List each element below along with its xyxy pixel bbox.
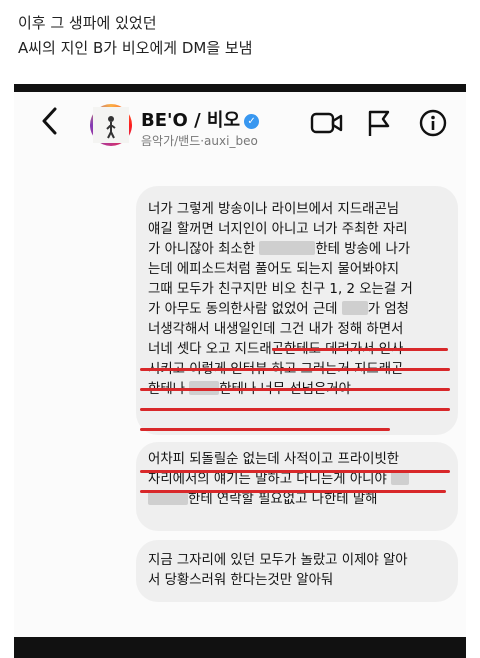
profile-name[interactable]: BE'O / 비오 ✓: [141, 106, 260, 132]
red-underline: [140, 368, 450, 371]
message-line: 너가 그렇게 방송이나 라이브에서 지드래곤님: [148, 202, 400, 217]
message-line: 가 아무도 동의한사람 없었어 근데 가 엄청: [148, 301, 409, 317]
profile-subtitle: 음악가/밴드·auxi_beo: [141, 134, 258, 148]
caption-line-1: 이후 그 생파에 있었던: [18, 14, 157, 32]
message-line: 지금 그자리에 있던 모두가 놀랐고 이제야 알아: [148, 553, 408, 568]
info-icon[interactable]: [418, 108, 448, 142]
message-line: 어차피 되돌릴순 없는데 사적이고 프라이빗한: [148, 452, 400, 467]
flag-icon[interactable]: [366, 108, 392, 142]
message-line: 그때 모두가 친구지만 비오 친구 1, 2 오는걸 거: [148, 282, 413, 297]
verified-badge-icon: ✓: [244, 114, 260, 129]
message-bubble-2[interactable]: 어차피 되돌릴순 없는데 사적이고 프라이빗한 자리에서의 얘기는 말하고 다니…: [136, 442, 458, 531]
red-underline: [140, 490, 446, 493]
red-underline: [140, 470, 450, 473]
chevron-left-icon[interactable]: [40, 106, 58, 142]
message-line: 너생각해서 내생일인데 그건 내가 정해 하면서: [148, 322, 404, 337]
dm-screenshot: BE'O / 비오 ✓ 음악가/밴드·auxi_beo 너가 그렇게 방송이나 라…: [14, 92, 466, 637]
message-bubble-1[interactable]: 너가 그렇게 방송이나 라이브에서 지드래곤님 얘길 할꺼면 너지인이 아니고 …: [136, 186, 458, 435]
avatar[interactable]: [90, 104, 132, 146]
red-underline: [272, 348, 448, 351]
message-bubble-3[interactable]: 지금 그자리에 있던 모두가 놀랐고 이제야 알아 서 당황스러워 한다는것만 …: [136, 540, 458, 602]
profile-name-text: BE'O / 비오: [141, 110, 241, 131]
caption-line-2: A씨의 지인 B가 비오에게 DM을 보냄: [18, 39, 253, 57]
message-line: 가 아니잖아 최소한 한테 방송에 나가: [148, 241, 411, 257]
red-underline: [140, 388, 450, 391]
video-call-icon[interactable]: [310, 110, 344, 140]
screenshot-top-border: [14, 84, 466, 92]
blurred-name: [390, 471, 409, 485]
blurred-name: [341, 301, 368, 315]
message-line: 얘길 할꺼면 너지인이 아니고 너가 주최한 자리: [148, 222, 408, 237]
red-underline: [140, 408, 450, 411]
red-underline: [140, 428, 390, 431]
message-line: 자리에서의 얘기는 말하고 다니는게 아니야: [136, 470, 458, 490]
blurred-name: [259, 241, 316, 255]
message-line: 한테 연락할 필요없고 나한테 말해: [136, 490, 458, 510]
screenshot-bottom-border: [14, 637, 466, 658]
message-line: 는데 에피소드처럼 풀어도 되는지 물어봐야지: [148, 262, 400, 277]
message-line: 서 당황스러워 한다는것만 알아둬: [148, 573, 334, 588]
blurred-name: [148, 491, 188, 505]
